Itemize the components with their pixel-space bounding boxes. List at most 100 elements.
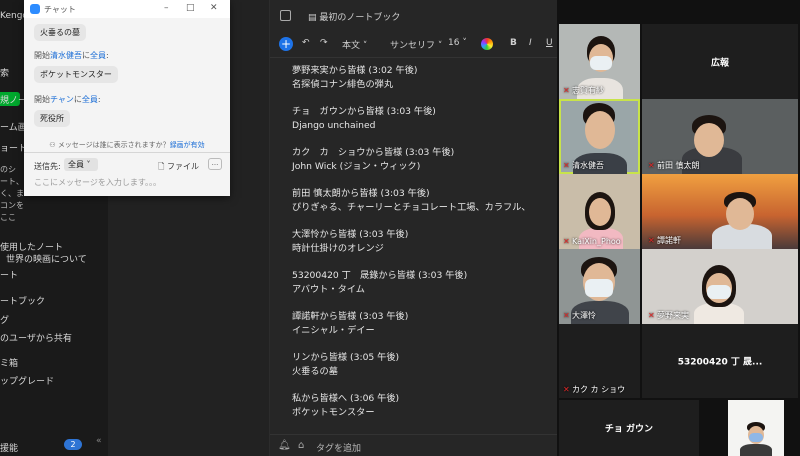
participant-label: 53200420 丁 晟... [677,357,763,368]
label-tile[interactable]: 広報 [642,24,798,99]
entry-header: リンから皆様 (3:05 午後) [292,352,400,363]
participant-mask [585,279,613,297]
notebook-name: 最初のノートブック [319,13,401,23]
people-icon: ⚇ [49,141,58,149]
sender-target[interactable]: 全員 [90,51,106,60]
video-tile-off[interactable]: ✕ カク カ ショウ [559,324,640,398]
entry-body: ぴりぎゃる、チャーリーとチョコレート工場、カラフル、 [292,202,531,213]
entry-body: ポケットモンスター [292,407,375,418]
chat-message: 火垂るの墓 [34,24,86,41]
format-toolbar: + ↶ ↷ 本文 ˅ サンセリフ ˅ 16 ˅ B I U [270,30,557,58]
close-icon[interactable]: ✕ [210,3,218,13]
sidebar-snippet-4: コンを [0,201,24,210]
add-tag-button[interactable]: タグを追加 [316,441,361,454]
video-tile[interactable]: ✕ KaiXin_Phoo [559,174,640,249]
bold-button[interactable]: B [510,38,517,48]
entry-header: 前田 慎太朗から皆様 (3:03 午後) [292,188,430,199]
chat-titlebar: チャット – □ ✕ [24,0,230,18]
minimize-icon[interactable]: – [164,3,169,13]
notebook-breadcrumb[interactable]: ▤ 最初のノートブック [308,10,400,23]
video-tile[interactable]: ✕ 夢野来実 [642,249,798,324]
chat-message-input[interactable]: ここにメッセージを入力します。。。 [34,177,161,188]
collapse-sidebar-icon[interactable]: « [96,436,102,446]
tag-icon[interactable]: ⌂ [298,440,304,451]
entry-header: 譚諾軒から皆様 (3:03 午後) [292,311,409,322]
participant-face [589,198,611,226]
sender-name[interactable]: チャン [50,95,74,104]
sidebar-search[interactable]: 索 [0,66,9,79]
sidebar-snippet-2: ート、 [0,177,24,186]
participant-name: ✕ カク カ ショウ [563,384,625,395]
sidebar-shared[interactable]: のユーザから共有 [0,331,72,344]
entry-body: 時計仕掛けのオレンジ [292,243,384,254]
entry-header: カク カ ショウから皆様 (3:03 午後) [292,147,455,158]
video-tile[interactable]: ✕ 前田 慎太朗 [642,99,798,174]
maximize-icon[interactable]: □ [186,3,195,13]
undo-icon[interactable]: ↶ [302,38,310,48]
chat-log-entry: 前田 慎太朗から皆様 (3:03 午後) ぴりぎゃる、チャーリーとチョコレート工場… [292,187,552,215]
participant-name: ✕ 志賀有紗 [563,85,604,96]
sidebar-notes[interactable]: ート [0,268,18,281]
participant-face [726,198,754,230]
video-tile[interactable]: ✕ 譚諾軒 [642,174,798,249]
recipient-value: 全員 [68,160,84,169]
participant-mask [749,433,763,442]
sidebar-tags[interactable]: グ [0,313,9,326]
chat-log-entry: 夢野来実から皆様 (3:02 午後) 名探偵コナン緋色の弾丸 [292,64,552,92]
sidebar-upgrade[interactable]: ップグレード [0,374,54,387]
chat-log-entry: リンから皆様 (3:05 午後) 火垂るの墓 [292,351,552,379]
redo-icon[interactable]: ↷ [320,38,328,48]
sidebar-snippet-5: ここ [0,213,16,222]
participant-name: ✕ 大澤怜 [563,310,596,321]
gallery-top-bar [557,0,800,24]
video-tile[interactable] [728,400,784,456]
style-dropdown[interactable]: 本文 ˅ [342,38,367,51]
sidebar-home[interactable]: ーム画 [0,120,27,133]
font-dropdown[interactable]: サンセリフ ˅ [390,38,442,51]
video-tile-active-speaker[interactable]: ✕ 清水健吾 [559,99,640,174]
chat-log-entry: カク カ ショウから皆様 (3:03 午後) John Wick (ジョン・ウィッ… [292,146,552,174]
video-tile[interactable]: ✕ 大澤怜 [559,249,640,324]
underline-button[interactable]: U [546,38,553,48]
sender-target[interactable]: 全員 [82,95,98,104]
video-tile[interactable]: ✕ 志賀有紗 [559,24,640,99]
participant-name-text: 譚諾軒 [657,236,681,245]
muted-mic-icon: ✕ [648,236,655,245]
font-value: サンセリフ [390,41,436,51]
recording-link[interactable]: 録画が有効 [170,141,205,149]
chat-divider [24,152,230,153]
sender-mid: に [82,51,90,60]
sidebar-snippet-3: く、ま [0,189,24,198]
sidebar-features[interactable]: 援能 [0,441,18,454]
sidebar-shortcuts[interactable]: ョート [0,141,27,154]
notebook-icon: ▤ [308,13,320,23]
recipient-select[interactable]: 全員 ˅ [64,158,98,171]
participant-name-text: 前田 慎太朗 [657,161,700,170]
entry-header: チョ ガウンから皆様 (3:03 午後) [292,106,436,117]
chat-visibility-note: ⚇ メッセージは誰に表示されますか？録画が有効 [24,140,230,150]
chat-log-entry: チョ ガウンから皆様 (3:03 午後) Django unchained [292,105,552,133]
label-tile[interactable]: 53200420 丁 晟... [642,324,798,398]
insert-plus-icon[interactable]: + [279,37,293,51]
participant-label: チョ ガウン [604,424,654,435]
label-tile[interactable]: チョ ガウン [559,400,699,456]
size-dropdown[interactable]: 16 ˅ [448,38,467,48]
reminder-bell-icon[interactable]: 🔔︎ [278,440,291,451]
sidebar-recent-note-item[interactable]: 世界の映画について [6,252,87,265]
chat-sender-line: 開始チャンに全員: [34,94,101,105]
sender-name[interactable]: 清水健吾 [50,51,82,60]
sidebar-notebooks[interactable]: ートブック [0,294,45,307]
note-body[interactable]: 夢野来実から皆様 (3:02 午後) 名探偵コナン緋色の弾丸 チョ ガウンから皆様… [292,64,552,433]
more-options-button[interactable]: ... [208,158,222,170]
text-color-icon[interactable] [481,38,493,50]
italic-button[interactable]: I [529,38,532,48]
participant-name-text: 大澤怜 [572,311,596,320]
sender-prefix: 開始 [34,95,50,104]
entry-body: Django unchained [292,120,376,131]
sidebar-trash[interactable]: ミ箱 [0,356,18,369]
file-button[interactable]: 🗋︎ ファイル [158,161,199,175]
expand-icon[interactable] [280,10,291,21]
sidebar-new-note[interactable]: 規ノー [0,93,27,106]
participant-label: 広報 [710,58,729,68]
chat-sender-line: 開始清水健吾に全員: [34,50,109,61]
